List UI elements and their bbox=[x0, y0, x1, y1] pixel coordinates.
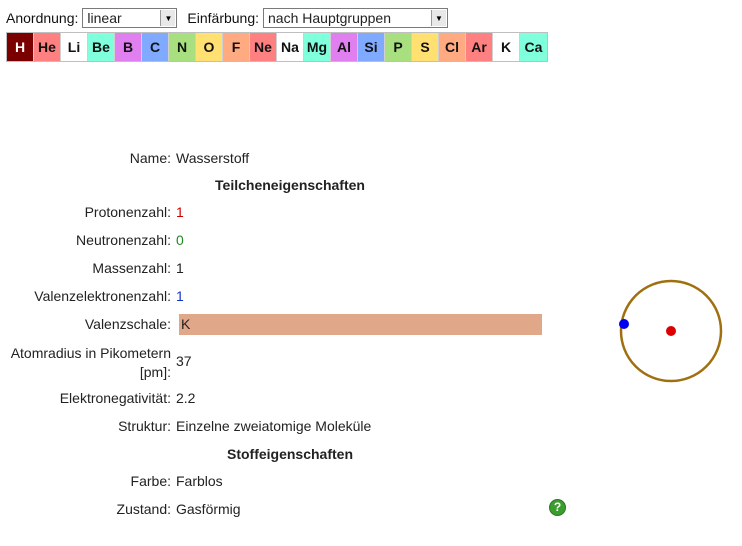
protons-value: 1 bbox=[176, 204, 184, 220]
neutrons-row: Neutronenzahl: 0 bbox=[0, 231, 560, 250]
element-strip: H He Li Be B C N O F Ne Na Mg Al Si P S Cl Ar K Ca bbox=[6, 32, 548, 62]
structure-value: Einzelne zweiatomige Moleküle bbox=[176, 418, 372, 434]
element-tile-h[interactable]: H bbox=[7, 33, 34, 61]
radius-value: 37 bbox=[176, 353, 192, 369]
color-row: Farbe: Farblos bbox=[0, 472, 560, 491]
radius-label-line-1: Atomradius in Pikometern bbox=[10, 345, 171, 361]
structure-row: Struktur: Einzelne zweiatomige Moleküle bbox=[0, 417, 560, 436]
state-row: Zustand: Gasförmig bbox=[0, 500, 560, 519]
element-tile-c[interactable]: C bbox=[142, 33, 169, 61]
electron bbox=[619, 319, 629, 329]
toolbar: Anordnung: linear ▼ Einfärbung: nach Hau… bbox=[6, 7, 449, 29]
state-label: Zustand: bbox=[116, 501, 171, 517]
element-tile-si[interactable]: Si bbox=[358, 33, 385, 61]
protons-label: Protonenzahl: bbox=[84, 204, 171, 220]
valence-shell-bar: K bbox=[179, 314, 542, 335]
element-tile-s[interactable]: S bbox=[412, 33, 439, 61]
valence-row: Valenzelektronenzahl: 1 bbox=[0, 287, 560, 306]
neutrons-value: 0 bbox=[176, 232, 184, 248]
element-tile-mg[interactable]: Mg bbox=[304, 33, 331, 61]
protons-row: Protonenzahl: 1 bbox=[0, 203, 560, 222]
valence-label: Valenzelektronenzahl: bbox=[34, 288, 171, 304]
material-color-value: Farblos bbox=[176, 473, 223, 489]
color-label: Einfärbung: bbox=[187, 10, 260, 26]
electronegativity-label: Elektronegativität: bbox=[59, 390, 171, 406]
element-tile-na[interactable]: Na bbox=[277, 33, 304, 61]
material-heading: Stoffeigenschaften bbox=[226, 446, 353, 462]
element-tile-al[interactable]: Al bbox=[331, 33, 358, 61]
radius-label: Atomradius in Pikometern [pm]: bbox=[0, 344, 176, 382]
particle-heading: Teilcheneigenschaften bbox=[215, 177, 365, 193]
element-tile-he[interactable]: He bbox=[34, 33, 61, 61]
radius-row: Atomradius in Pikometern [pm]: 37 bbox=[0, 344, 560, 382]
material-color-label: Farbe: bbox=[130, 473, 171, 489]
element-tile-k[interactable]: K bbox=[493, 33, 520, 61]
atom-model bbox=[619, 279, 723, 383]
mass-value: 1 bbox=[176, 260, 184, 276]
chevron-down-icon[interactable]: ▼ bbox=[160, 10, 176, 26]
name-label: Name: bbox=[129, 150, 171, 166]
name-row: Name: Wasserstoff bbox=[0, 149, 560, 168]
element-tile-b[interactable]: B bbox=[115, 33, 142, 61]
element-tile-ca[interactable]: Ca bbox=[520, 33, 547, 61]
element-tile-ne[interactable]: Ne bbox=[250, 33, 277, 61]
mass-label: Massenzahl: bbox=[92, 260, 171, 276]
element-tile-p[interactable]: P bbox=[385, 33, 412, 61]
neutrons-label: Neutronenzahl: bbox=[76, 232, 171, 248]
element-tile-li[interactable]: Li bbox=[61, 33, 88, 61]
shell-label: Valenzschale: bbox=[84, 316, 171, 332]
order-select[interactable]: linear ▼ bbox=[82, 8, 178, 28]
mass-row: Massenzahl: 1 bbox=[0, 259, 560, 278]
help-icon[interactable]: ? bbox=[549, 499, 566, 516]
electronegativity-value: 2.2 bbox=[176, 390, 196, 406]
nucleus bbox=[666, 326, 676, 336]
element-tile-n[interactable]: N bbox=[169, 33, 196, 61]
state-value: Gasförmig bbox=[176, 501, 241, 517]
element-tile-cl[interactable]: Cl bbox=[439, 33, 466, 61]
color-select[interactable]: nach Hauptgruppen ▼ bbox=[263, 8, 449, 28]
valence-value: 1 bbox=[176, 288, 184, 304]
name-value: Wasserstoff bbox=[176, 150, 250, 166]
color-select-value: nach Hauptgruppen bbox=[268, 9, 392, 26]
electronegativity-row: Elektronegativität: 2.2 bbox=[0, 389, 560, 408]
radius-label-line-2: [pm]: bbox=[139, 364, 171, 380]
element-tile-ar[interactable]: Ar bbox=[466, 33, 493, 61]
element-tile-f[interactable]: F bbox=[223, 33, 250, 61]
structure-label: Struktur: bbox=[118, 418, 171, 434]
element-tile-o[interactable]: O bbox=[196, 33, 223, 61]
order-select-value: linear bbox=[87, 9, 122, 26]
chevron-down-icon[interactable]: ▼ bbox=[431, 10, 447, 26]
order-label: Anordnung: bbox=[6, 10, 79, 26]
element-tile-be[interactable]: Be bbox=[88, 33, 115, 61]
